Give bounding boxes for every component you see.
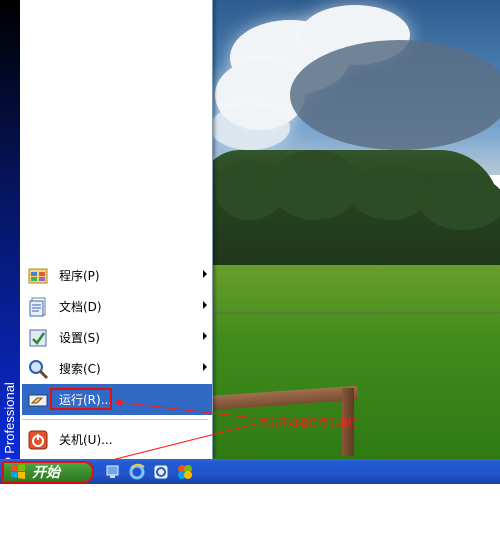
menu-item-settings[interactable]: 设置(S) — [22, 322, 212, 353]
submenu-arrow-icon — [203, 332, 207, 340]
start-menu-items: 程序(P) 文档(D) 设置(S) 搜索(C) 运行(R)... 关机(U)..… — [22, 260, 212, 455]
run-highlight-box — [50, 388, 112, 410]
cloud — [210, 105, 290, 150]
tree — [270, 150, 360, 220]
menu-item-label: 搜索(C) — [59, 362, 101, 376]
outlook-express-icon[interactable] — [152, 463, 170, 481]
menu-item-label: 程序(P) — [59, 269, 100, 283]
documents-icon — [27, 296, 49, 318]
tree — [350, 165, 430, 220]
menu-item-label: 文档(D) — [59, 300, 102, 314]
media-player-icon[interactable] — [176, 463, 194, 481]
internet-explorer-icon[interactable] — [128, 463, 146, 481]
annotation-text: 点击开始运行点击运行 — [258, 418, 358, 429]
submenu-arrow-icon — [203, 270, 207, 278]
menu-item-search[interactable]: 搜索(C) — [22, 353, 212, 384]
search-icon — [27, 358, 49, 380]
submenu-arrow-icon — [203, 301, 207, 309]
quick-launch-bar — [104, 461, 194, 483]
menu-item-programs[interactable]: 程序(P) — [22, 260, 212, 291]
start-menu-banner: Windows XP Professional — [0, 0, 20, 535]
tree — [420, 175, 500, 230]
submenu-arrow-icon — [203, 363, 207, 371]
storm-cloud — [290, 40, 500, 150]
run-icon — [27, 389, 49, 411]
windows-flag-icon — [10, 464, 26, 480]
show-desktop-icon[interactable] — [104, 463, 122, 481]
start-menu: Windows XP Professional 程序(P) 文档(D) 设置(S… — [0, 0, 213, 535]
menu-item-documents[interactable]: 文档(D) — [22, 291, 212, 322]
menu-item-label: 设置(S) — [59, 331, 100, 345]
programs-icon — [27, 265, 49, 287]
menu-item-label: 关机(U)... — [59, 433, 113, 447]
menu-separator — [22, 419, 208, 420]
menu-item-shutdown[interactable]: 关机(U)... — [22, 424, 212, 455]
settings-icon — [27, 327, 49, 349]
start-button-label: 开始 — [32, 465, 60, 481]
banner-edition: Professional — [2, 382, 17, 454]
shutdown-icon — [27, 429, 49, 451]
start-button[interactable]: 开始 — [2, 461, 94, 483]
fence-wire — [212, 312, 500, 314]
